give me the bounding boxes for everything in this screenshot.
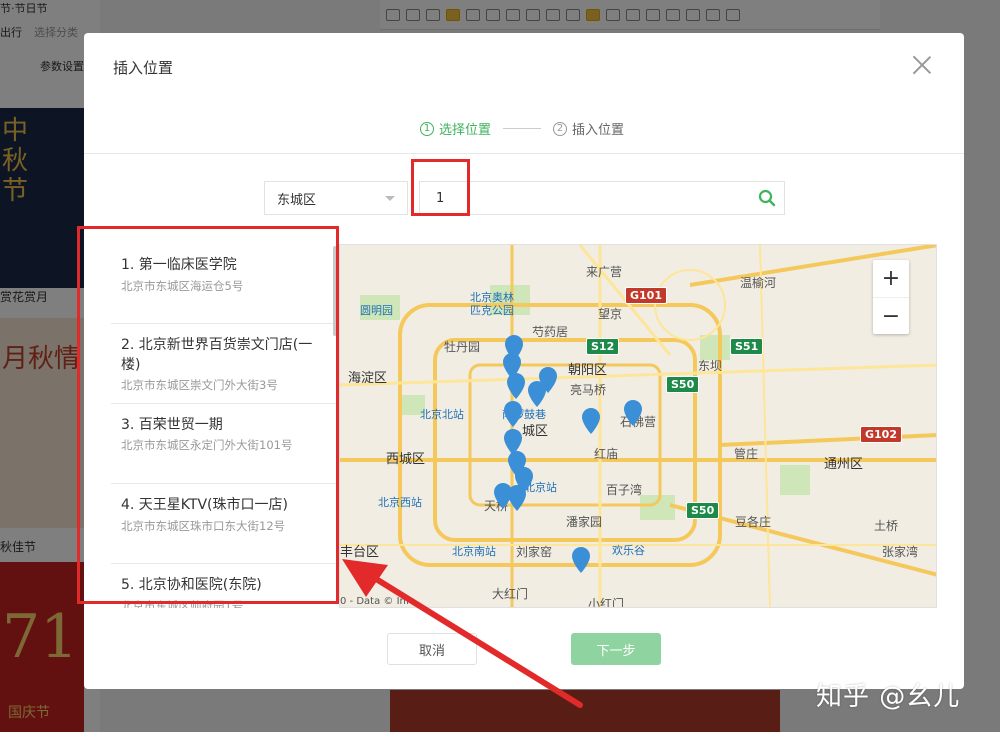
step-label: 插入位置 [572,123,625,138]
map-label: 土桥 [874,519,899,533]
chevron-down-icon [385,195,395,201]
map-label: 望京 [598,307,623,321]
map-label: 城区 [522,424,549,439]
map-label: 张家湾 [882,545,919,559]
step-connector [503,128,542,129]
step-indicator: 1 选择位置 2 插入位置 [420,119,624,138]
header-divider [84,153,964,154]
highway-shield: S50 [666,376,700,393]
district-value: 东城区 [277,192,317,208]
map-label: 欢乐谷 [612,544,645,557]
map-label: 温榆河 [740,276,777,290]
map-zoom-control: + − [873,260,909,334]
district-select[interactable]: 东城区 [264,181,408,215]
dialog-title: 插入位置 [113,59,174,77]
location-marker-icon[interactable] [508,485,526,511]
annotation-box-results [77,226,339,604]
location-marker-icon[interactable] [507,373,525,399]
map-label: 管庄 [734,447,759,461]
location-marker-icon[interactable] [528,381,546,407]
map-label: 海淀区 [348,371,388,386]
map-label: 牡丹园 [444,340,481,354]
map-label: 豆各庄 [735,515,772,529]
location-marker-icon[interactable] [624,400,642,426]
zoom-in-button[interactable]: + [873,260,909,297]
location-marker-icon[interactable] [582,408,600,434]
annotation-box-search [411,159,470,216]
map-label: 东坝 [698,359,723,373]
highway-shield: G101 [625,287,667,304]
step-number: 2 [553,121,568,136]
map-label: 红庙 [594,447,619,461]
map-label: 芍药居 [532,325,569,339]
step-number: 1 [420,121,434,136]
watermark: 知乎 @幺儿 [816,682,961,712]
map-label: 小红门 [588,597,625,608]
search-input[interactable]: 1 [419,181,785,215]
map-view[interactable]: 来广营 温榆河 北京奥林匹克公园 圆明园 牡丹园 芍药居 朝阳区 望京 东坝 海… [339,244,937,608]
map-label: 圆明园 [360,304,393,317]
annotation-arrow-icon [342,559,583,708]
map-label: 潘家园 [566,515,603,529]
step-insert-location: 2 插入位置 [553,119,624,138]
search-icon[interactable] [758,189,776,207]
highway-shield: S12 [586,338,620,355]
map-label: 北京奥林匹克公园 [470,291,514,317]
close-icon[interactable] [910,53,934,77]
highway-shield: G102 [860,426,902,443]
map-label: 北京西站 [378,496,422,509]
map-label: 西城区 [386,452,426,467]
map-label: 来广营 [586,265,623,279]
step-label: 选择位置 [439,123,492,138]
map-label: 通州区 [824,457,864,472]
map-label: 百子湾 [606,483,643,497]
step-select-location: 1 选择位置 [420,119,491,138]
map-label: 亮马桥 [570,383,607,397]
location-marker-icon[interactable] [504,401,522,427]
highway-shield: S50 [686,502,720,519]
highway-shield: S51 [730,338,764,355]
map-label: 北京北站 [420,408,464,421]
map-label: 朝阳区 [568,363,608,378]
zoom-out-button[interactable]: − [873,297,909,335]
